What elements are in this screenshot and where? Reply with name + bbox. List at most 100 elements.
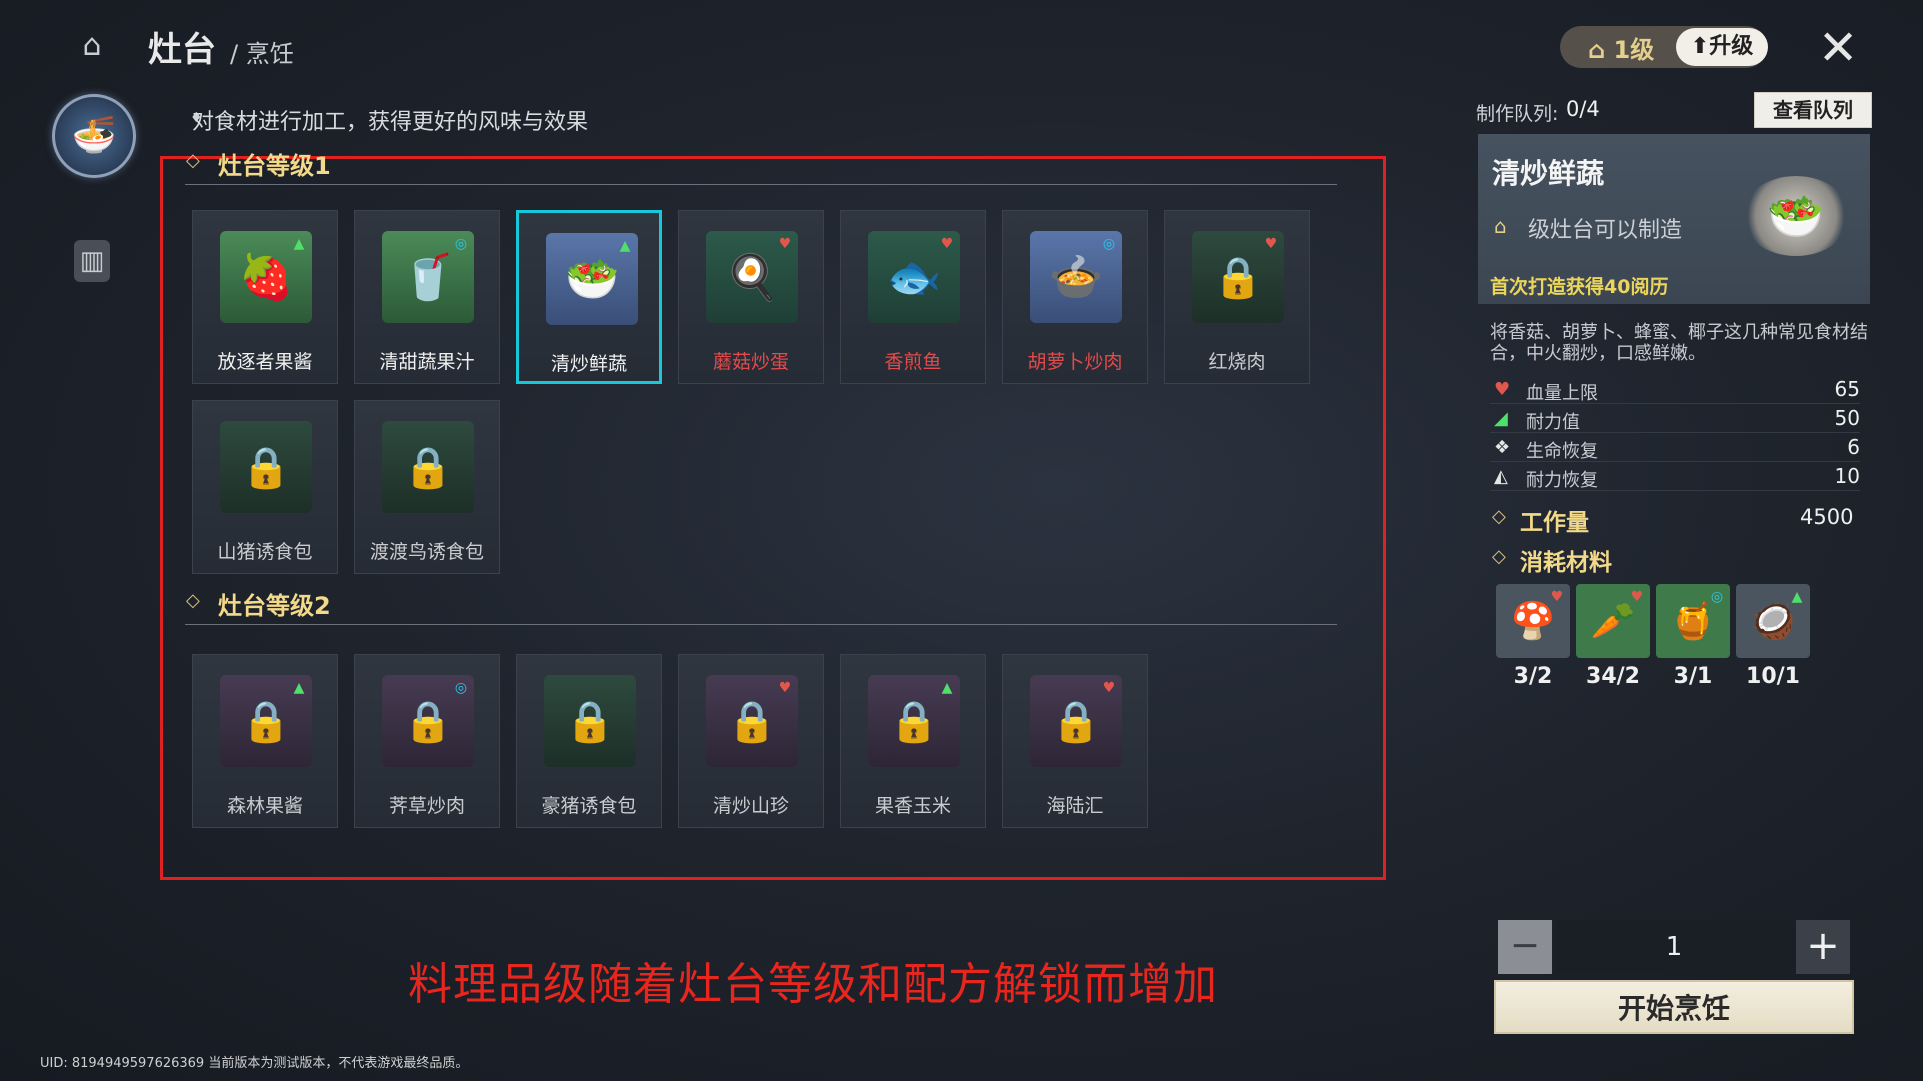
lock-icon: 🔒 ◎ — [382, 675, 474, 767]
lock-icon: 🔒 — [1213, 254, 1263, 301]
stat-value: 6 — [1847, 435, 1860, 459]
dish-icon: 🍳 — [724, 252, 780, 303]
material-count: 3/2 — [1513, 664, 1553, 689]
heart-badge-icon: ♥ — [1550, 589, 1564, 605]
material-item[interactable]: 🥥 ▲ — [1736, 584, 1810, 658]
recipe-card[interactable]: 🔒 ♥ 清炒山珍 — [678, 654, 824, 828]
recipe-card[interactable]: 🔒 ▲ 果香玉米 — [840, 654, 986, 828]
recipe-card[interactable]: 🔒 ♥ 海陆汇 — [1002, 654, 1148, 828]
lock-icon: 🔒 — [241, 444, 291, 491]
lock-icon: 🔒 ▲ — [868, 675, 960, 767]
section-title: 灶台等级1 — [218, 152, 331, 180]
heart-badge-icon: ♥ — [1102, 680, 1116, 696]
material-icon: 🍄 — [1510, 601, 1556, 642]
lock-icon: 🔒 ▲ — [220, 675, 312, 767]
lock-icon: 🔒 — [403, 444, 453, 491]
recipe-card[interactable]: 🔒 豪猪诱食包 — [516, 654, 662, 828]
upgrade-label: 升级 — [1709, 34, 1754, 59]
dish-icon: 🍳 ♥ — [706, 231, 798, 323]
lock-icon: 🔒 — [565, 698, 615, 745]
tri-badge-icon: ▲ — [619, 238, 631, 254]
dish-icon: 🍓 ▲ — [220, 231, 312, 323]
detail-description: 将香菇、胡萝卜、蜂蜜、椰子这几种常见食材结合，中火翻炒，口感鲜嫩。 — [1490, 322, 1868, 364]
detail-name: 清炒鲜蔬 — [1492, 157, 1605, 190]
increase-button[interactable]: + — [1796, 920, 1850, 974]
recipe-card[interactable]: 🥗 ▲ 清炒鲜蔬 — [516, 210, 662, 384]
ring-badge-icon: ◎ — [1710, 589, 1724, 605]
material-count: 34/2 — [1586, 664, 1640, 689]
view-queue-button[interactable]: 查看队列 — [1754, 92, 1872, 128]
recipe-name: 放逐者果酱 — [217, 351, 313, 373]
dish-icon: 🥤 — [400, 252, 456, 303]
dish-icon: 🐟 — [886, 252, 942, 303]
stat-icon: ◢ — [1494, 408, 1508, 429]
recipe-name: 渡渡鸟诱食包 — [369, 541, 484, 563]
recipe-name: 红烧肉 — [1208, 351, 1266, 373]
stat-row: ❖ 生命恢复 6 — [1490, 435, 1860, 462]
section-diamond-icon: ◇ — [186, 590, 200, 611]
stat-icon: ❖ — [1494, 437, 1511, 458]
recipe-card[interactable]: 🍳 ♥ 蘑菇炒蛋 — [678, 210, 824, 384]
materials-label: 消耗材料 — [1520, 550, 1612, 576]
recipe-card[interactable]: 🍓 ▲ 放逐者果酱 — [192, 210, 338, 384]
stove-icon: ⌂ — [82, 28, 102, 63]
material-item[interactable]: 🍯 ◎ — [1656, 584, 1730, 658]
caption-text: 料理品级随着灶台等级和配方解锁而增加 — [408, 959, 1218, 1010]
recipe-name: 果香玉米 — [874, 795, 951, 817]
recipe-card[interactable]: 🍲 ◎ 胡萝卜炒肉 — [1002, 210, 1148, 384]
material-item[interactable]: 🥕 ♥ — [1576, 584, 1650, 658]
material-item[interactable]: 🍄 ♥ — [1496, 584, 1570, 658]
recipe-name: 山猪诱食包 — [217, 541, 313, 563]
queue-value: 0/4 — [1566, 97, 1600, 121]
dish-icon: 🥗 — [564, 254, 620, 305]
stat-value: 10 — [1834, 464, 1860, 488]
lock-icon: 🔒 — [1051, 698, 1101, 745]
decrease-button[interactable]: − — [1498, 920, 1552, 974]
dish-icon: 🍲 ◎ — [1030, 231, 1122, 323]
first-craft-bonus: 首次打造获得40阅历 — [1490, 276, 1669, 298]
recipe-name: 森林果酱 — [226, 795, 303, 817]
recipe-card[interactable]: 🔒 ▲ 森林果酱 — [192, 654, 338, 828]
hint-text: 对食材进行加工，获得更好的风味与效果 — [192, 110, 589, 135]
stat-value: 50 — [1834, 406, 1860, 430]
recipe-card[interactable]: 🐟 ♥ 香煎鱼 — [840, 210, 986, 384]
start-cooking-button[interactable]: 开始烹饪 — [1494, 980, 1854, 1034]
heart-badge-icon: ♥ — [778, 680, 792, 696]
heart-badge-icon: ♥ — [1264, 236, 1278, 252]
ring-badge-icon: ◎ — [454, 680, 468, 696]
upgrade-button[interactable]: ⬆升级 — [1676, 28, 1768, 66]
stat-row: ◢ 耐力值 50 — [1490, 406, 1860, 433]
lock-icon: 🔒 ♥ — [1192, 231, 1284, 323]
recipe-card[interactable]: 🔒 ◎ 荠草炒肉 — [354, 654, 500, 828]
uid-text: UID: 8194949597626369 当前版本为测试版本，不代表游戏最终品… — [40, 1056, 469, 1071]
recipe-name: 胡萝卜炒肉 — [1027, 351, 1123, 373]
ring-badge-icon: ◎ — [1102, 236, 1116, 252]
dish-icon: 🍓 — [238, 252, 294, 303]
cooking-tab-icon[interactable]: 🍜 — [52, 94, 136, 178]
dish-icon: 🥤 ◎ — [382, 231, 474, 323]
recipe-card[interactable]: 🔒 山猪诱食包 — [192, 400, 338, 574]
close-icon[interactable]: ✕ — [1818, 24, 1858, 72]
material-icon: 🥕 — [1590, 601, 1636, 642]
quantity-value[interactable]: 1 — [1556, 920, 1792, 974]
recipe-name: 清炒山珍 — [712, 795, 789, 817]
recipe-card[interactable]: 🔒 渡渡鸟诱食包 — [354, 400, 500, 574]
material-icon: 🥥 — [1750, 601, 1796, 642]
heart-badge-icon: ♥ — [940, 236, 954, 252]
recipe-card[interactable]: 🔒 ♥ 红烧肉 — [1164, 210, 1310, 384]
recipe-card[interactable]: 🥤 ◎ 清甜蔬果汁 — [354, 210, 500, 384]
stat-row: ♥ 血量上限 65 — [1490, 377, 1860, 404]
heart-badge-icon: ♥ — [1630, 589, 1644, 605]
recipe-name: 荠草炒肉 — [388, 795, 465, 817]
lock-icon: 🔒 — [727, 698, 777, 745]
section-divider — [185, 624, 1337, 625]
material-count: 3/1 — [1673, 664, 1713, 689]
dish-icon: 🐟 ♥ — [868, 231, 960, 323]
section-title: 灶台等级2 — [218, 592, 331, 620]
level-value: 1级 — [1613, 36, 1655, 64]
ring-badge-icon: ◎ — [454, 236, 468, 252]
diamond-icon: ◇ — [1492, 506, 1506, 527]
heart-badge-icon: ♥ — [778, 236, 792, 252]
material-icon: 🍯 — [1670, 601, 1716, 642]
locked-tab-icon[interactable]: ▥ — [74, 240, 110, 282]
